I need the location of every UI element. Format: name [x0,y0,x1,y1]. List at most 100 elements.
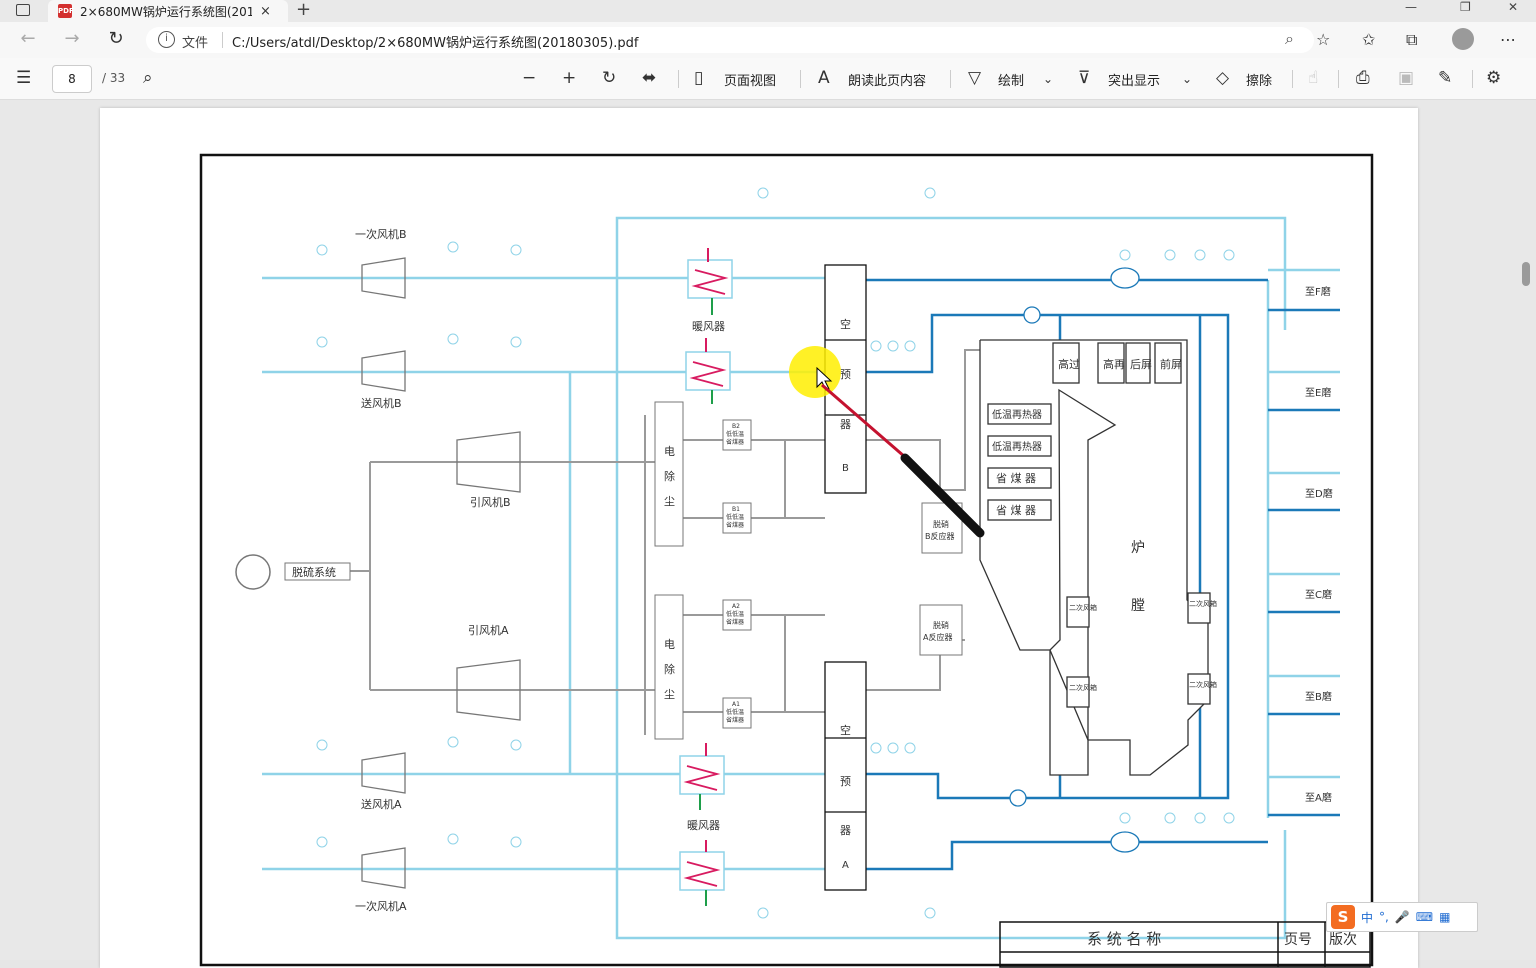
mill-label: 至A磨 [1305,792,1332,804]
ime-punct[interactable]: °, [1379,910,1389,924]
zoom-out-icon[interactable]: − [522,68,536,88]
highlight-icon[interactable]: ⊽ [1078,68,1090,88]
furnace-char: 炉 [1131,540,1145,556]
tab-close-icon[interactable]: × [260,4,271,19]
aph-b-char: 空 [840,317,851,331]
fan-induced-b-label: 引风机B [470,495,511,509]
page-view-button[interactable]: 页面视图 [724,70,776,89]
windbox-label: 二次风箱 [1189,680,1217,689]
browser-tab[interactable]: PDF 2×680MW锅炉运行系统图(20180305).pdf × [48,0,288,22]
eraser-icon[interactable]: ◇ [1216,68,1229,88]
read-aloud-button[interactable]: 朗读此页内容 [848,70,926,89]
refresh-icon[interactable]: ↻ [104,28,128,49]
economizer-label: 省 煤 器 [996,472,1036,485]
windbox-label: 二次风箱 [1189,599,1217,608]
microphone-icon[interactable]: 🎤 [1395,910,1410,924]
print-icon[interactable]: ⎙ [1356,68,1370,88]
sogou-logo: S [1331,905,1355,929]
title-block-page: 页号 [1284,932,1312,948]
title-block-version: 版次 [1329,932,1357,948]
toolbar-divider [1338,70,1339,88]
heater-top-label: 暖风器 [692,320,725,333]
read-aloud-icon[interactable]: A [818,68,830,88]
denox-b-label: B反应器 [925,531,955,541]
restore-button[interactable]: ❐ [1460,0,1471,14]
page-number-input[interactable]: 8 [52,65,92,93]
rotate-icon[interactable]: ↻ [602,68,616,88]
lta-label: 省煤器 [726,618,744,626]
favorite-add-icon[interactable]: ☆ [1316,30,1330,49]
save-icon[interactable]: ▣ [1398,68,1414,88]
save-as-icon[interactable]: ✎ [1438,68,1452,88]
highlight-button[interactable]: 突出显示 [1108,70,1160,89]
url-field[interactable]: i 文件 C:/Users/atdl/Desktop/2×680MW锅炉运行系统… [146,27,1314,53]
toolbar-divider [1292,70,1293,88]
aph-a-char: A [842,860,849,871]
keyboard-icon[interactable]: ⌨ [1416,910,1433,924]
page-view-icon[interactable]: ▯ [694,68,703,88]
favorites-icon[interactable]: ✩ [1362,30,1375,49]
denox-b-label: 脱硝 [933,519,949,529]
economizer-label: 省 煤 器 [996,504,1036,517]
grid-icon[interactable]: ▦ [1439,910,1450,924]
mill-label: 至C磨 [1305,589,1332,601]
aph-b-char: 器 [840,418,851,431]
lta-label: 省煤器 [726,521,744,529]
esp-b-char: 除 [664,469,675,483]
search-icon[interactable]: ⌕ [143,68,153,88]
top-section-label: 高再 [1103,357,1125,371]
zoom-icon[interactable]: ⌕ [1285,29,1294,49]
pdf-viewer[interactable]: 脱硫系统 一次风机B 送风机B 引风机B 引风机A 送风机A 一次风机A 暖风器… [0,100,1536,968]
zoom-in-icon[interactable]: + [562,68,576,88]
new-tab-button[interactable]: + [296,0,311,20]
info-icon[interactable]: i [158,31,175,48]
top-section-label: 高过 [1058,357,1080,371]
fan-induced-a-label: 引风机A [468,623,509,637]
url-divider [222,32,223,48]
close-window-button[interactable]: ✕ [1508,0,1518,14]
ime-lang[interactable]: 中 [1361,909,1373,926]
toolbar-divider [800,70,801,88]
pointer-highlight [789,346,841,398]
heater-bottom-label: 暖风器 [687,819,720,832]
lta-label: 省煤器 [726,716,744,724]
scrollbar-thumb[interactable] [1522,262,1530,286]
erase-button[interactable]: 擦除 [1246,70,1272,89]
draw-button[interactable]: 绘制 [998,70,1024,89]
page-count: / 33 [102,71,126,85]
lta-label: A2 [732,603,740,610]
fan-primary-a-label: 一次风机A [355,899,407,913]
tab-title: 2×680MW锅炉运行系统图(20180305).pdf [80,4,252,19]
address-bar: ← → ↻ i 文件 C:/Users/atdl/Desktop/2×680MW… [0,22,1536,58]
browser-titlebar: PDF 2×680MW锅炉运行系统图(20180305).pdf × + — ❐… [0,0,1536,22]
profile-avatar[interactable] [1452,28,1474,50]
chevron-down-icon[interactable]: ⌄ [1043,72,1053,86]
fan-forced-b-label: 送风机B [361,396,402,410]
fan-forced-a-label: 送风机A [361,797,402,811]
pdf-toolbar: ☰ 8 / 33 ⌕ − + ↻ ⬌ ▯ 页面视图 A 朗读此页内容 ▽ 绘制 … [0,58,1536,100]
touch-icon[interactable]: ☝ [1308,68,1318,88]
chevron-down-icon[interactable]: ⌄ [1182,72,1192,86]
more-menu-icon[interactable]: ⋯ [1500,30,1516,49]
title-block-name: 系 统 名 称 [1087,930,1161,948]
draw-icon[interactable]: ▽ [968,68,981,88]
minimize-button[interactable]: — [1405,0,1417,14]
mill-label: 至D磨 [1305,488,1333,500]
sidebar-toggle-icon[interactable] [16,4,30,16]
esp-b-char: 电 [664,445,675,458]
denox-a-label: 脱硝 [933,620,949,630]
collections-icon[interactable]: ⧉ [1406,30,1417,50]
top-section-label: 后屏 [1130,358,1152,371]
file-label: 文件 [182,36,209,51]
url-text[interactable]: C:/Users/atdl/Desktop/2×680MW锅炉运行系统图(201… [232,32,639,51]
ime-toolbar[interactable]: S 中 °, 🎤 ⌨ ▦ [1326,902,1478,932]
lta-economizers [722,419,752,729]
esp-a-char: 电 [664,638,675,651]
forward-icon[interactable]: → [60,28,84,49]
fans [361,257,521,889]
contents-icon[interactable]: ☰ [16,68,31,88]
boiler-system-diagram: 脱硫系统 一次风机B 送风机B 引风机B 引风机A 送风机A 一次风机A 暖风器… [199,153,1374,968]
settings-icon[interactable]: ⚙ [1486,68,1501,88]
fit-page-icon[interactable]: ⬌ [642,68,656,88]
back-icon[interactable]: ← [16,28,40,49]
